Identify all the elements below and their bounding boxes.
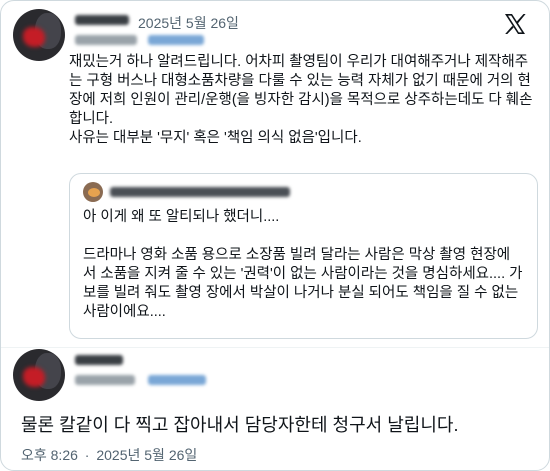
tweet-body: 재밌는거 하나 알려드립니다. 어차피 촬영팀이 우리가 대여해주거나 제작해주… [69,54,533,146]
blurred-handle [75,35,137,45]
blurred-reply-follow-link [148,375,206,385]
reply-body: 물론 칼같이 다 찍고 잡아내서 담당자한테 청구서 날립니다. [21,415,459,435]
blurred-reply-handle [75,375,135,385]
quoted-avatar [83,182,103,202]
reply-time: 오후 8:26 [21,447,78,463]
quoted-tweet-body: 아 이게 왜 또 알티되나 했더니.... 드라마나 영화 소품 용으로 소장품… [83,209,523,320]
x-logo-icon[interactable] [503,12,527,36]
tweet-thread-card: 2025년 5월 26일 재밌는거 하나 알려드립니다. 어차피 촬영팀이 우리… [0,0,550,471]
tweet-date[interactable]: 2025년 5월 26일 [138,13,239,33]
avatar[interactable] [13,9,65,61]
blurred-reply-display-name [75,355,123,365]
reply-avatar[interactable] [13,349,65,401]
quoted-tweet[interactable]: 아 이게 왜 또 알티되나 했더니.... 드라마나 영화 소품 용으로 소장품… [69,173,538,339]
timestamp-separator: · [84,447,90,463]
blurred-quoted-author [110,187,290,197]
divider [1,347,549,348]
blurred-follow-link [148,35,204,45]
reply-timestamp[interactable]: 오후 8:26 · 2025년 5월 26일 [21,445,200,465]
reply-date: 2025년 5월 26일 [96,447,198,463]
blurred-display-name [75,15,129,25]
